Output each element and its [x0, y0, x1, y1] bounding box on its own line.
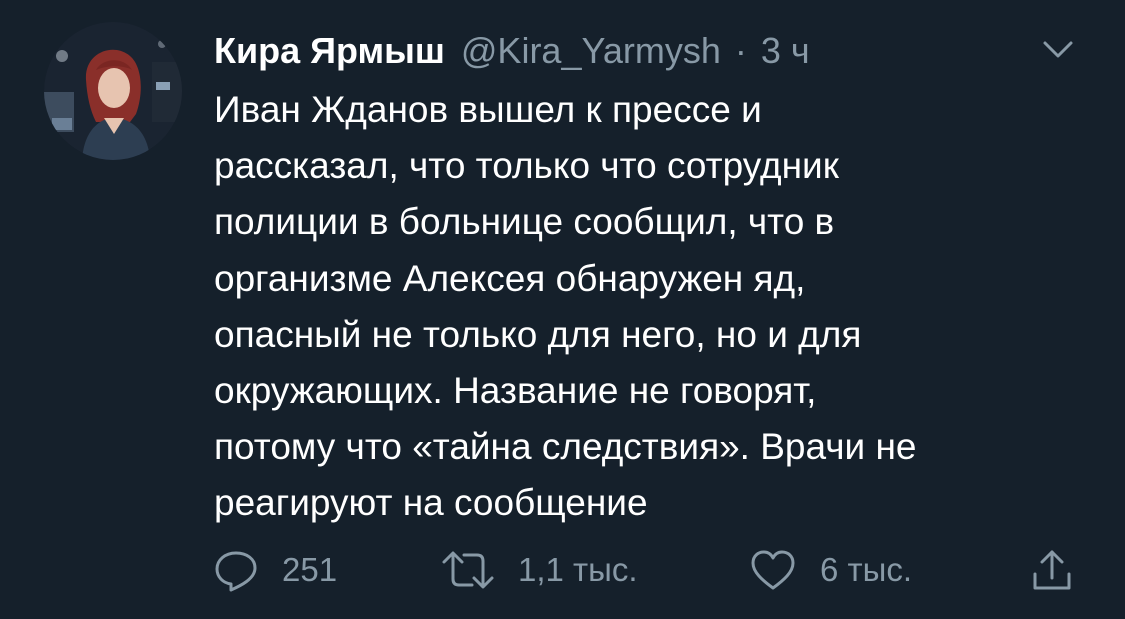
- author-name[interactable]: Кира Ярмыш: [214, 30, 445, 72]
- tweet-text-line: реагируют на сообщение: [214, 482, 648, 524]
- tweet-text-line: окружающих. Название не говорят,: [214, 370, 817, 412]
- tweet-text-line: Иван Жданов вышел к прессе и: [214, 89, 762, 130]
- like-count: 6 тыс.: [820, 551, 913, 588]
- retweet-button[interactable]: 1,1 тыс.: [440, 540, 638, 600]
- tweet-text: Иван Жданов вышел к прессе и рассказал, …: [214, 82, 1074, 532]
- reply-icon: [215, 551, 257, 592]
- tweet-header: Кира Ярмыш @Kira_Yarmysh · 3 ч: [214, 26, 810, 76]
- tweet-text-line: опасный не только для него, но и для: [214, 313, 862, 355]
- separator-dot: ·: [734, 30, 747, 71]
- heart-icon: [751, 550, 795, 590]
- avatar-image: [44, 22, 182, 160]
- share-icon: [1033, 550, 1071, 590]
- tweet-text-line: полиции в больнице сообщил, что в: [214, 201, 835, 243]
- author-handle[interactable]: @Kira_Yarmysh: [461, 30, 721, 72]
- reply-count: 251: [282, 551, 338, 588]
- chevron-down-icon[interactable]: [1040, 34, 1076, 64]
- tweet-text-line: рассказал, что только что сотрудник: [214, 145, 839, 187]
- reply-button[interactable]: 251: [212, 540, 337, 600]
- share-button[interactable]: [1030, 540, 1074, 600]
- tweet-text-line: потому что «тайна следствия». Врачи не: [214, 426, 917, 468]
- action-bar: 251 1,1 тыс. 6 тыс.: [0, 540, 1125, 600]
- tweet: Кира Ярмыш @Kira_Yarmysh · 3 ч Иван Ждан…: [0, 0, 1125, 619]
- avatar[interactable]: [44, 22, 182, 160]
- timestamp[interactable]: 3 ч: [761, 30, 810, 72]
- tweet-text-line: организме Алексея обнаружен яд,: [214, 257, 806, 299]
- retweet-icon: [442, 551, 494, 589]
- like-button[interactable]: 6 тыс.: [748, 540, 912, 600]
- retweet-count: 1,1 тыс.: [518, 551, 638, 588]
